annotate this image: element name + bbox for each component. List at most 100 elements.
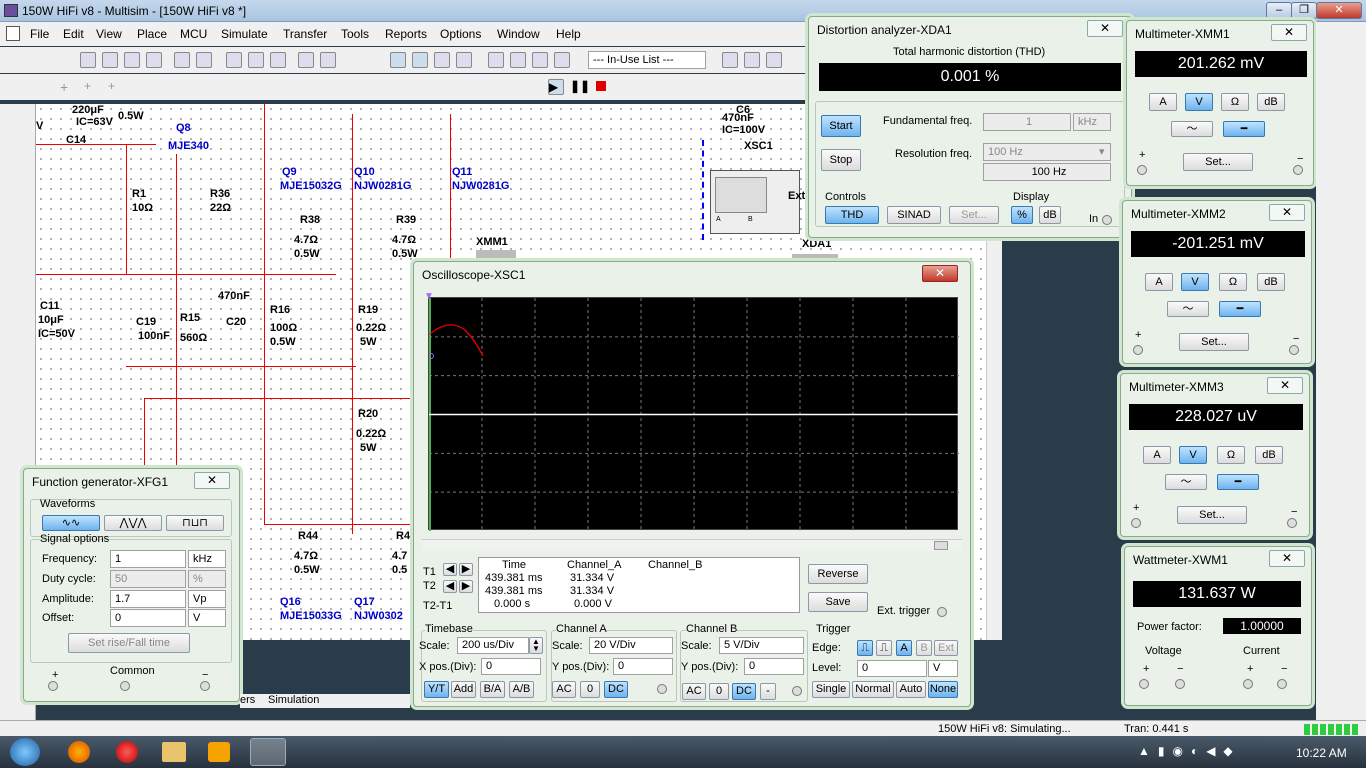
close-icon[interactable]: ✕ bbox=[1087, 20, 1123, 37]
t2-left-arrow[interactable]: ◀ bbox=[443, 580, 457, 593]
place-wire-icon[interactable]: + bbox=[108, 79, 124, 95]
close-icon[interactable]: ✕ bbox=[194, 472, 230, 489]
trigger-b-button[interactable]: B bbox=[916, 640, 932, 656]
run-icon[interactable]: ▶ bbox=[548, 79, 564, 95]
firefox-icon[interactable] bbox=[68, 741, 90, 763]
channel-a-ac-button[interactable]: AC bbox=[552, 681, 576, 698]
channel-a-ypos-input[interactable]: 0 bbox=[613, 658, 673, 675]
rising-edge-button[interactable]: ⎍ bbox=[857, 640, 873, 656]
ammeter-button[interactable]: A bbox=[1145, 273, 1173, 291]
print-icon[interactable] bbox=[174, 52, 190, 68]
ohmmeter-button[interactable]: Ω bbox=[1221, 93, 1249, 111]
add-mode-button[interactable]: Add bbox=[451, 681, 476, 698]
channel-a-scale-input[interactable]: 20 V/Div bbox=[589, 637, 673, 654]
settings-button[interactable]: Set... bbox=[1179, 333, 1249, 351]
menu-transfer[interactable]: Transfer bbox=[283, 27, 327, 41]
amplitude-input[interactable]: 1.7 bbox=[110, 590, 186, 608]
redo-icon[interactable] bbox=[320, 52, 336, 68]
decibel-button[interactable]: dB bbox=[1257, 273, 1285, 291]
multimeter-window-xmm1[interactable]: Multimeter-XMM1 ✕ 201.262 mV A V Ω dB 〜 … bbox=[1126, 20, 1314, 186]
voltmeter-button[interactable]: V bbox=[1181, 273, 1209, 291]
fundamental-freq-input[interactable]: 1 bbox=[983, 113, 1071, 131]
scrollbar-thumb[interactable] bbox=[934, 541, 948, 550]
oscilloscope-screen[interactable] bbox=[428, 297, 959, 531]
postprocessor-icon[interactable] bbox=[488, 52, 504, 68]
sinad-button[interactable]: SINAD bbox=[887, 206, 941, 224]
menu-help[interactable]: Help bbox=[556, 27, 581, 41]
close-icon[interactable]: ✕ bbox=[1271, 24, 1307, 41]
open-icon[interactable] bbox=[102, 52, 118, 68]
trigger-level-input[interactable]: 0 bbox=[857, 660, 927, 677]
voltage-positive-terminal[interactable] bbox=[1139, 679, 1149, 689]
cut-icon[interactable] bbox=[226, 52, 242, 68]
menu-edit[interactable]: Edit bbox=[63, 27, 84, 41]
amplitude-unit[interactable]: Vp bbox=[188, 590, 226, 608]
ohmmeter-button[interactable]: Ω bbox=[1217, 446, 1245, 464]
decibel-button[interactable]: dB bbox=[1257, 93, 1285, 111]
dc-mode-button[interactable]: ━ bbox=[1217, 474, 1259, 490]
input-terminal[interactable] bbox=[1102, 215, 1112, 225]
positive-terminal[interactable] bbox=[1137, 165, 1147, 175]
spreadsheet-icon[interactable] bbox=[434, 52, 450, 68]
scope-scrollbar[interactable] bbox=[422, 539, 962, 551]
normal-button[interactable]: Normal bbox=[852, 681, 894, 698]
single-button[interactable]: Single bbox=[812, 681, 850, 698]
menu-place[interactable]: Place bbox=[137, 27, 167, 41]
ohmmeter-button[interactable]: Ω bbox=[1219, 273, 1247, 291]
erc-icon[interactable] bbox=[722, 52, 738, 68]
voltage-negative-terminal[interactable] bbox=[1175, 679, 1185, 689]
start-button[interactable]: Start bbox=[821, 115, 861, 137]
settings-button[interactable]: Set... bbox=[1177, 506, 1247, 524]
save-button[interactable]: Save bbox=[808, 592, 868, 612]
close-icon[interactable]: ✕ bbox=[922, 265, 958, 282]
ba-mode-button[interactable]: B/A bbox=[480, 681, 505, 698]
square-wave-button[interactable]: ⊓⊔⊓ bbox=[166, 515, 224, 531]
trigger-level-unit[interactable]: V bbox=[928, 660, 958, 677]
grapher-icon[interactable] bbox=[456, 52, 472, 68]
ac-mode-button[interactable]: 〜 bbox=[1171, 121, 1213, 137]
negative-terminal[interactable] bbox=[1293, 165, 1303, 175]
channel-b-invert-button[interactable]: - bbox=[760, 683, 776, 700]
ammeter-button[interactable]: A bbox=[1149, 93, 1177, 111]
negative-terminal[interactable] bbox=[1289, 345, 1299, 355]
multimeter-symbol[interactable] bbox=[476, 250, 516, 260]
db-button[interactable]: dB bbox=[1039, 206, 1061, 224]
wattmeter-window[interactable]: Wattmeter-XWM1 ✕ 131.637 W Power factor:… bbox=[1124, 546, 1312, 706]
function-generator-window[interactable]: Function generator-XFG1 ✕ Waveforms ∿∿ ⋀… bbox=[23, 468, 240, 702]
channel-b-ypos-input[interactable]: 0 bbox=[744, 658, 804, 675]
ab-mode-button[interactable]: A/B bbox=[509, 681, 534, 698]
menu-window[interactable]: Window bbox=[497, 27, 540, 41]
opera-icon[interactable] bbox=[116, 741, 138, 763]
minimize-button[interactable]: – bbox=[1266, 2, 1292, 19]
menu-simulate[interactable]: Simulate bbox=[221, 27, 268, 41]
resolution-freq-select[interactable]: 100 Hz bbox=[983, 143, 1111, 161]
t1-right-arrow[interactable]: ▶ bbox=[459, 563, 473, 576]
positive-terminal[interactable] bbox=[1133, 345, 1143, 355]
close-icon[interactable]: ✕ bbox=[1269, 550, 1305, 567]
common-terminal[interactable] bbox=[120, 681, 130, 691]
full-screen-icon[interactable] bbox=[390, 52, 406, 68]
voltmeter-button[interactable]: V bbox=[1185, 93, 1213, 111]
channel-b-terminal[interactable] bbox=[792, 686, 802, 696]
close-button[interactable]: ✕ bbox=[1316, 2, 1362, 19]
set-button[interactable]: Set... bbox=[949, 206, 999, 224]
yt-mode-button[interactable]: Y/T bbox=[424, 681, 449, 698]
channel-a-dc-button[interactable]: DC bbox=[604, 681, 628, 698]
ac-mode-button[interactable]: 〜 bbox=[1165, 474, 1207, 490]
positive-terminal[interactable] bbox=[48, 681, 58, 691]
start-button-icon[interactable] bbox=[10, 738, 40, 766]
media-player-icon[interactable] bbox=[208, 742, 230, 762]
new-icon[interactable] bbox=[80, 52, 96, 68]
pause-icon[interactable]: ❚❚ bbox=[570, 79, 590, 95]
falling-edge-button[interactable]: ⎍ bbox=[876, 640, 892, 656]
undo-icon[interactable] bbox=[298, 52, 314, 68]
positive-terminal[interactable] bbox=[1131, 518, 1141, 528]
frequency-input[interactable]: 1 bbox=[110, 550, 186, 568]
menu-options[interactable]: Options bbox=[440, 27, 481, 41]
x-position-input[interactable]: 0 bbox=[481, 658, 541, 675]
component-wizard-icon[interactable] bbox=[532, 52, 548, 68]
negative-terminal[interactable] bbox=[1287, 518, 1297, 528]
trigger-a-button[interactable]: A bbox=[896, 640, 912, 656]
frequency-unit[interactable]: kHz bbox=[188, 550, 226, 568]
channel-b-scale-input[interactable]: 5 V/Div bbox=[719, 637, 804, 654]
